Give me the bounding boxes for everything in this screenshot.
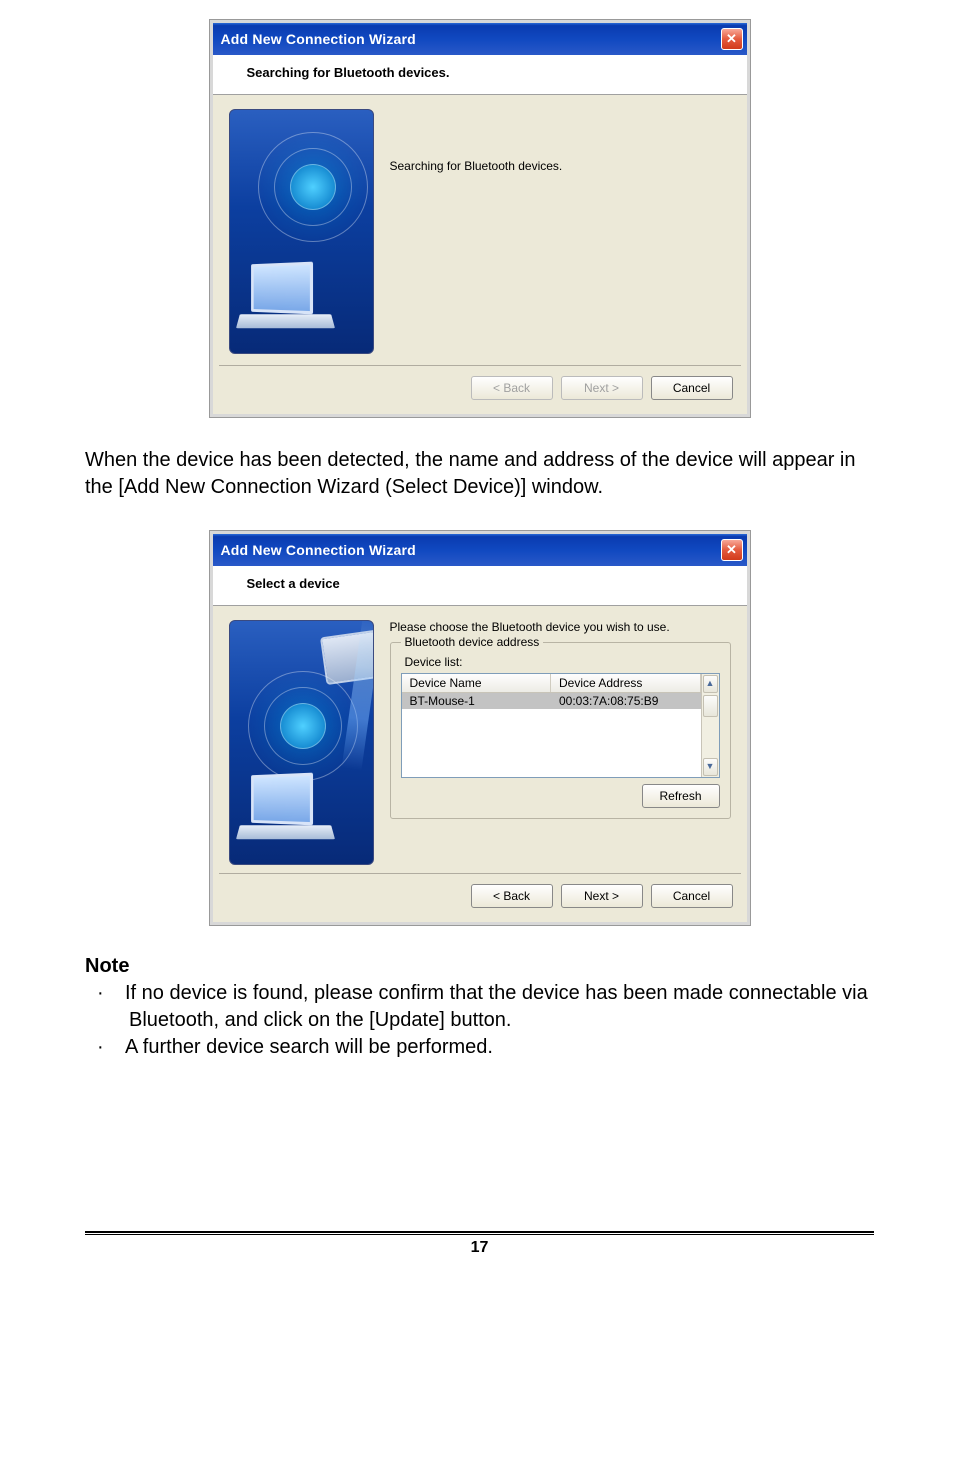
list-label: Device list: bbox=[405, 655, 720, 669]
titlebar: Add New Connection Wizard ✕ bbox=[213, 23, 747, 55]
back-button: < Back bbox=[471, 376, 553, 400]
button-row: < Back Next > Cancel bbox=[213, 366, 747, 414]
col-device-name: Device Name bbox=[402, 674, 552, 692]
cell-device-name: BT-Mouse-1 bbox=[402, 693, 552, 709]
device-list[interactable]: Device Name Device Address BT-Mouse-1 00… bbox=[401, 673, 720, 778]
cancel-button[interactable]: Cancel bbox=[651, 884, 733, 908]
back-button[interactable]: < Back bbox=[471, 884, 553, 908]
col-device-address: Device Address bbox=[551, 674, 701, 692]
next-button[interactable]: Next > bbox=[561, 884, 643, 908]
table-row[interactable]: BT-Mouse-1 00:03:7A:08:75:B9 bbox=[402, 693, 701, 709]
button-row: < Back Next > Cancel bbox=[213, 874, 747, 922]
note-list: ·If no device is found, please confirm t… bbox=[85, 980, 874, 1061]
prompt-text: Please choose the Bluetooth device you w… bbox=[390, 620, 731, 634]
header-text: Searching for Bluetooth devices. bbox=[247, 65, 450, 80]
wizard-dialog-searching: Add New Connection Wizard ✕ Searching fo… bbox=[210, 20, 750, 417]
header-panel: Select a device bbox=[213, 566, 747, 606]
window-title: Add New Connection Wizard bbox=[221, 31, 416, 47]
header-panel: Searching for Bluetooth devices. bbox=[213, 55, 747, 95]
scroll-up-icon[interactable]: ▲ bbox=[703, 675, 718, 693]
header-text: Select a device bbox=[247, 576, 340, 591]
close-icon[interactable]: ✕ bbox=[721, 28, 743, 50]
window-title: Add New Connection Wizard bbox=[221, 542, 416, 558]
wizard-dialog-select-device: Add New Connection Wizard ✕ Select a dev… bbox=[210, 531, 750, 925]
table-header: Device Name Device Address bbox=[402, 674, 701, 693]
note-item: ·If no device is found, please confirm t… bbox=[113, 980, 874, 1034]
note-heading: Note bbox=[85, 955, 874, 978]
cancel-button[interactable]: Cancel bbox=[651, 376, 733, 400]
refresh-button[interactable]: Refresh bbox=[642, 784, 720, 808]
page-footer: 17 bbox=[85, 1231, 874, 1257]
message-area: Searching for Bluetooth devices. bbox=[390, 109, 731, 357]
body-panel: Searching for Bluetooth devices. bbox=[213, 95, 747, 365]
group-title: Bluetooth device address bbox=[401, 635, 544, 649]
searching-message: Searching for Bluetooth devices. bbox=[390, 159, 563, 173]
titlebar: Add New Connection Wizard ✕ bbox=[213, 534, 747, 566]
cell-device-address: 00:03:7A:08:75:B9 bbox=[551, 693, 701, 709]
page-number: 17 bbox=[471, 1239, 489, 1256]
scrollbar[interactable]: ▲ ▼ bbox=[701, 674, 719, 777]
bluetooth-graphic bbox=[229, 109, 374, 354]
bluetooth-graphic bbox=[229, 620, 374, 865]
form-area: Please choose the Bluetooth device you w… bbox=[390, 620, 731, 865]
body-panel: Please choose the Bluetooth device you w… bbox=[213, 606, 747, 873]
body-paragraph: When the device has been detected, the n… bbox=[85, 447, 874, 501]
document-page: Add New Connection Wizard ✕ Searching fo… bbox=[0, 0, 959, 1297]
next-button: Next > bbox=[561, 376, 643, 400]
device-address-group: Bluetooth device address Device list: De… bbox=[390, 642, 731, 819]
scroll-thumb[interactable] bbox=[703, 695, 718, 717]
scroll-down-icon[interactable]: ▼ bbox=[703, 758, 718, 776]
close-icon[interactable]: ✕ bbox=[721, 539, 743, 561]
note-item: ·A further device search will be perform… bbox=[113, 1034, 874, 1061]
